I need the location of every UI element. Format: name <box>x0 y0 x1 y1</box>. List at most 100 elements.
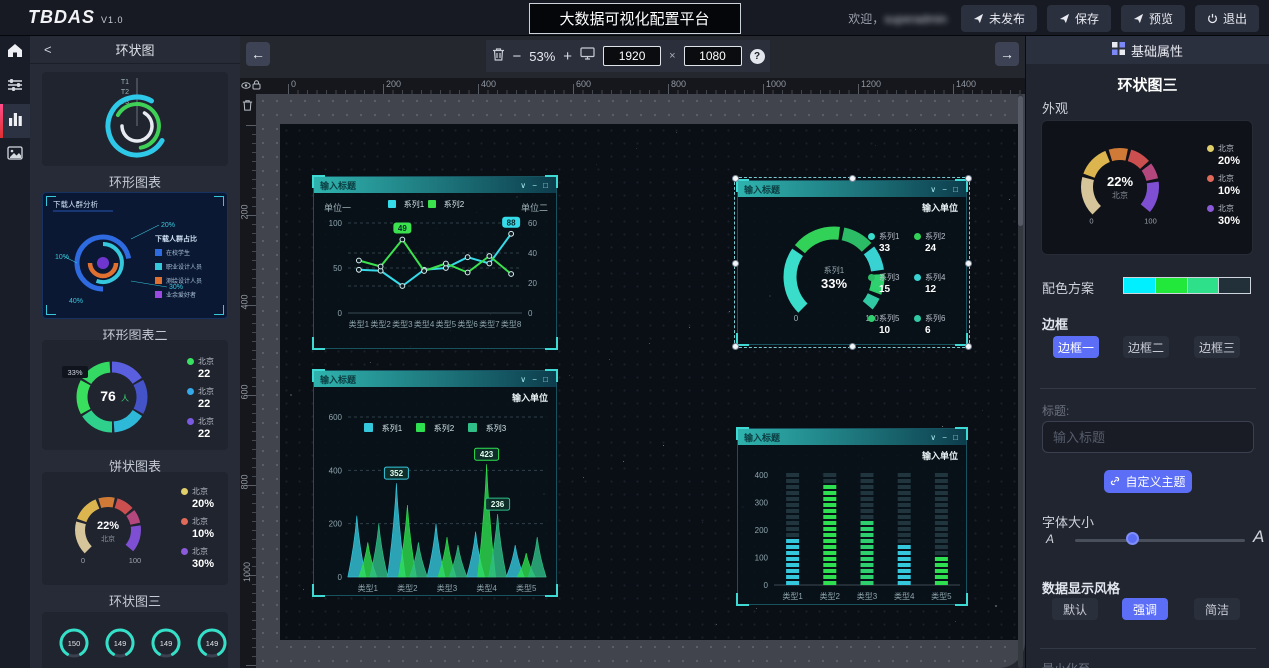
eye-icon[interactable] <box>241 77 251 95</box>
border-option-2[interactable]: 边框二 <box>1123 336 1169 358</box>
canvas-width-input[interactable] <box>603 46 661 66</box>
star <box>982 410 983 411</box>
color-swatch[interactable] <box>1188 278 1219 293</box>
save-button[interactable]: 保存 <box>1047 5 1111 32</box>
svg-text:类型7: 类型7 <box>479 319 500 329</box>
corner-bracket <box>545 369 558 382</box>
resize-handle-se[interactable] <box>965 343 972 350</box>
power-icon <box>1207 13 1218 24</box>
appearance-label: 外观 <box>1042 98 1068 117</box>
svg-text:20%: 20% <box>161 222 175 229</box>
resize-handle-e[interactable] <box>965 260 972 267</box>
zoom-out-button[interactable]: − <box>513 49 522 64</box>
thumb-ring-chart[interactable]: T1T2T3 <box>42 72 228 166</box>
custom-theme-button[interactable]: 自定义主题 <box>1104 470 1192 493</box>
legend-item: 北京20% <box>1207 143 1240 167</box>
widget-title-bar[interactable]: 输入标题 ∨ − □ <box>738 181 966 197</box>
unit-placeholder: 输入单位 <box>512 391 548 404</box>
preview-label: 预览 <box>1149 10 1173 27</box>
nav-media[interactable] <box>0 138 30 172</box>
corner-bracket <box>545 337 558 350</box>
ruler-label: 200 <box>386 79 401 89</box>
svg-text:236: 236 <box>491 500 505 509</box>
svg-text:类型4: 类型4 <box>476 583 497 593</box>
zoom-in-button[interactable]: + <box>563 49 572 64</box>
style-option-emphasis[interactable]: 强调 <box>1122 598 1168 620</box>
design-canvas: ← → − 53% + × ? 020040060080010001200140… <box>240 36 1025 668</box>
thumb-pie-chart[interactable]: 76人33% 北京22北京22北京22 <box>42 340 228 450</box>
color-swatch[interactable] <box>1124 278 1155 293</box>
resize-handle-nw[interactable] <box>732 175 739 182</box>
svg-text:类型5: 类型5 <box>516 583 537 593</box>
left-icon-rail <box>0 36 30 668</box>
ruler-label: 200 <box>240 204 250 219</box>
lock-icon[interactable] <box>252 77 261 95</box>
nav-home[interactable] <box>0 36 30 70</box>
minimize-label: 最小化至 <box>1042 660 1090 668</box>
style-option-simple[interactable]: 简洁 <box>1194 598 1240 620</box>
canvas-back-button[interactable]: ← <box>246 42 270 66</box>
svg-text:300: 300 <box>755 499 769 508</box>
logo-version: V1.0 <box>101 15 124 25</box>
svg-text:0: 0 <box>338 309 343 318</box>
svg-text:88: 88 <box>507 218 516 227</box>
workspace[interactable]: 输入标题 ∨ − □ 单位一单位二1005006040200类型1类型2类型3类… <box>256 94 1025 668</box>
logout-button[interactable]: 退出 <box>1195 5 1259 32</box>
publish-button[interactable]: 未发布 <box>961 5 1037 32</box>
resize-handle-s[interactable] <box>849 343 856 350</box>
chart-widget-gauge[interactable]: 输入标题 ∨ − □ 输入单位 系列133%0100 系列133系列224系列3… <box>737 180 967 345</box>
widget-title-bar[interactable]: 输入标题 ∨ − □ <box>314 371 556 387</box>
resize-handle-w[interactable] <box>732 260 739 267</box>
legend-item: 北京22 <box>187 386 214 410</box>
canvas-scrollbar[interactable] <box>1018 94 1023 668</box>
publish-label: 未发布 <box>989 10 1025 27</box>
font-size-slider-thumb[interactable] <box>1126 532 1139 545</box>
svg-text:北京: 北京 <box>1112 190 1128 200</box>
widget-title-bar[interactable]: 输入标题 ∨ − □ <box>314 177 556 193</box>
color-swatch[interactable] <box>1156 278 1187 293</box>
star <box>969 215 970 216</box>
preview-button[interactable]: 预览 <box>1121 5 1185 32</box>
chart-widget-spike[interactable]: 输入标题 ∨ − □ 输入单位 6004002000系列1系列2系列3类型1类型… <box>313 370 557 596</box>
svg-text:类型3: 类型3 <box>437 583 458 593</box>
corner-bracket <box>545 584 558 597</box>
style-option-default[interactable]: 默认 <box>1052 598 1098 620</box>
color-swatch[interactable] <box>1219 278 1250 293</box>
nav-settings[interactable] <box>0 70 30 104</box>
svg-text:单位二: 单位二 <box>521 202 548 213</box>
svg-text:单位一: 单位一 <box>324 202 351 213</box>
corner-bracket <box>312 369 325 382</box>
unit-placeholder: 输入单位 <box>922 449 958 462</box>
border-option-3[interactable]: 边框三 <box>1194 336 1240 358</box>
resize-handle-n[interactable] <box>849 175 856 182</box>
canvas-toolbar: − 53% + × ? <box>486 40 770 72</box>
color-scheme-swatches[interactable] <box>1123 277 1251 294</box>
thumb-mini-rings[interactable]: 150149149149 <box>42 612 228 668</box>
canvas-forward-button[interactable]: → <box>995 42 1019 66</box>
resize-handle-ne[interactable] <box>965 175 972 182</box>
svg-text:30%: 30% <box>169 284 183 291</box>
back-chevron-icon[interactable]: < <box>44 42 52 57</box>
svg-text:50: 50 <box>333 264 342 273</box>
link-icon <box>1110 475 1120 489</box>
thumb-ring-chart-2[interactable]: 下载人群分析20%10%30%40%下载人群占比在校学生职业设计人员测绘设计人员… <box>42 192 228 319</box>
help-icon[interactable]: ? <box>750 49 765 64</box>
chart-widget-line[interactable]: 输入标题 ∨ − □ 单位一单位二1005006040200类型1类型2类型3类… <box>313 176 557 349</box>
widget-title-bar[interactable]: 输入标题 ∨ − □ <box>738 429 966 445</box>
custom-theme-label: 自定义主题 <box>1125 473 1185 490</box>
svg-text:T1: T1 <box>121 79 129 86</box>
border-option-1[interactable]: 边框一 <box>1053 336 1099 358</box>
resize-handle-sw[interactable] <box>732 343 739 350</box>
font-size-label: 字体大小 <box>1042 512 1094 531</box>
scrollbar-thumb[interactable] <box>1018 96 1023 226</box>
canvas-height-input[interactable] <box>684 46 742 66</box>
mini-trash-icon[interactable] <box>242 98 253 116</box>
thumb-ring-chart-3[interactable]: 22%北京0100 北京20%北京10%北京30% <box>42 472 228 585</box>
widget-title-input[interactable] <box>1042 421 1254 453</box>
delete-icon[interactable] <box>492 47 505 66</box>
svg-text:类型4: 类型4 <box>894 591 915 601</box>
chart-widget-bars[interactable]: 输入标题 ∨ − □ 输入单位 4003002001000类型1类型2类型3类型… <box>737 428 967 605</box>
font-size-slider-track[interactable] <box>1075 539 1245 542</box>
app-root: TBDAS V1.0 大数据可视化配置平台 欢迎，superadmin 未发布 … <box>0 0 1269 668</box>
nav-charts[interactable] <box>0 104 30 138</box>
